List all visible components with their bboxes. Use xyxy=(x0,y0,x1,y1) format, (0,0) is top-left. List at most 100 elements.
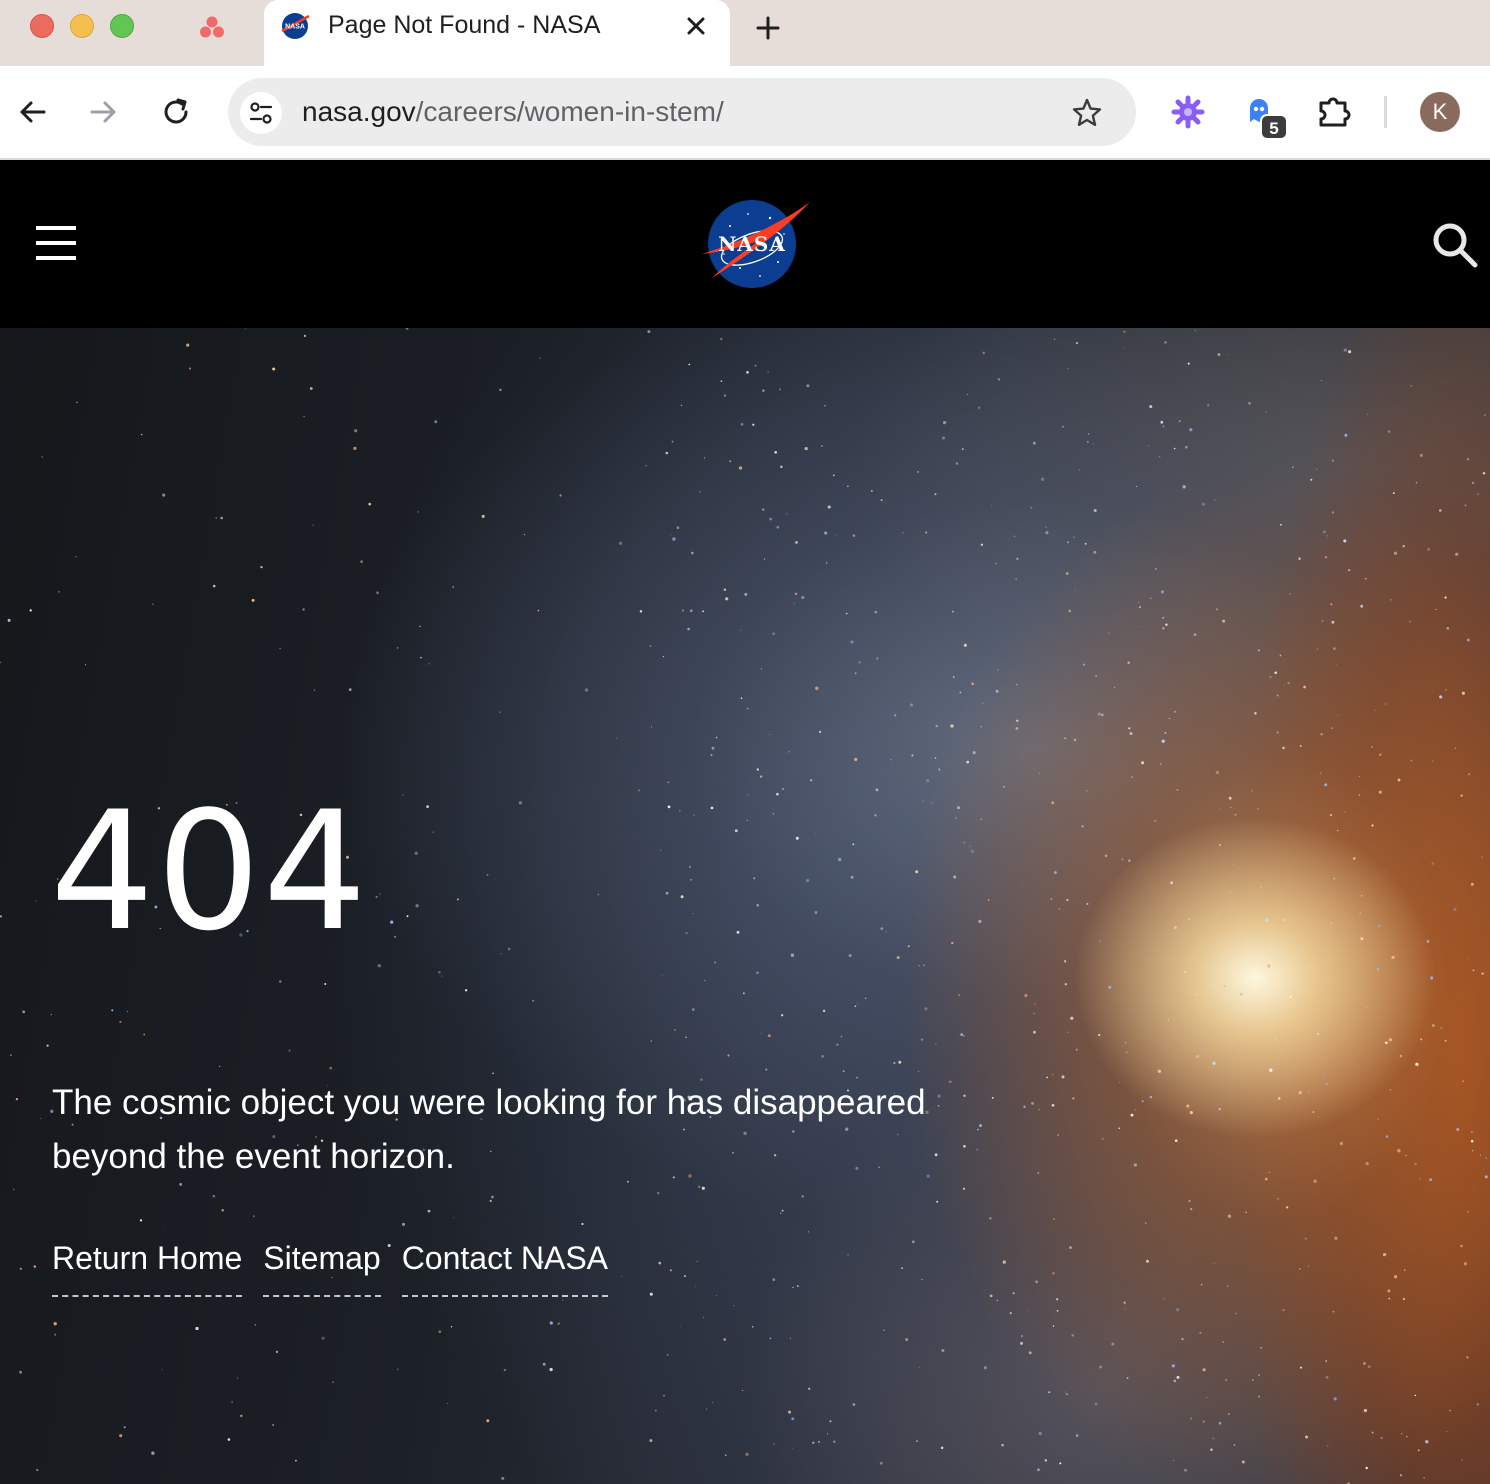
star xyxy=(1466,638,1470,642)
bookmark-star-icon[interactable] xyxy=(1070,96,1104,130)
address-bar[interactable]: nasa.gov/careers/women-in-stem/ xyxy=(228,78,1136,146)
star xyxy=(1067,1031,1069,1033)
star xyxy=(967,393,969,396)
search-icon[interactable] xyxy=(1430,220,1480,270)
site-info-button[interactable] xyxy=(240,92,282,134)
star xyxy=(923,964,925,967)
star xyxy=(915,870,919,874)
star xyxy=(368,502,372,506)
star xyxy=(1406,1435,1408,1438)
sitemap-link[interactable]: Sitemap xyxy=(263,1240,381,1297)
star xyxy=(832,474,835,477)
nasa-meatball-logo[interactable]: NASA xyxy=(700,198,812,290)
star xyxy=(838,857,842,862)
star xyxy=(1171,1364,1175,1368)
star xyxy=(982,351,985,355)
star xyxy=(486,873,489,876)
star xyxy=(1467,957,1469,959)
star xyxy=(1141,1100,1144,1103)
close-window-button[interactable] xyxy=(30,14,54,38)
url-host: nasa.gov xyxy=(302,96,416,127)
star xyxy=(745,1452,749,1456)
star xyxy=(1213,1263,1215,1264)
star xyxy=(1108,632,1110,634)
star xyxy=(695,1285,697,1287)
star xyxy=(419,625,421,627)
star xyxy=(1073,536,1075,539)
maximize-window-button[interactable] xyxy=(110,14,134,38)
star xyxy=(139,1219,143,1222)
active-tab[interactable]: NASA Page Not Found - NASA xyxy=(264,0,730,66)
star xyxy=(703,457,706,459)
hamburger-icon[interactable] xyxy=(36,226,76,260)
star xyxy=(1031,1101,1034,1105)
star xyxy=(1176,1375,1180,1379)
star xyxy=(806,878,810,883)
star xyxy=(970,849,975,854)
star xyxy=(710,806,714,810)
star xyxy=(926,779,930,782)
star xyxy=(1387,1289,1391,1293)
star xyxy=(1228,354,1230,356)
close-tab-icon[interactable] xyxy=(682,12,710,40)
star xyxy=(1305,1435,1309,1439)
star xyxy=(1324,783,1328,787)
star xyxy=(1023,1105,1026,1108)
star xyxy=(1360,894,1363,897)
star xyxy=(1251,1379,1254,1381)
star xyxy=(1183,1012,1185,1014)
contact-nasa-link[interactable]: Contact NASA xyxy=(401,1240,608,1297)
star xyxy=(532,999,535,1002)
profile-avatar[interactable]: K xyxy=(1420,92,1460,132)
star xyxy=(1219,844,1221,846)
star xyxy=(1309,929,1311,931)
star xyxy=(665,891,669,895)
star xyxy=(1163,1298,1165,1300)
star xyxy=(1069,1246,1072,1249)
star xyxy=(1184,1468,1188,1472)
extensions-button[interactable] xyxy=(1314,92,1354,132)
star xyxy=(215,516,218,519)
star xyxy=(1283,684,1285,686)
star xyxy=(876,657,879,660)
url-text[interactable]: nasa.gov/careers/women-in-stem/ xyxy=(302,96,724,128)
star xyxy=(858,661,861,664)
star xyxy=(1400,1433,1403,1435)
star xyxy=(321,1336,325,1340)
star xyxy=(1188,1200,1191,1203)
star xyxy=(852,843,855,846)
star xyxy=(667,781,669,783)
forward-button[interactable] xyxy=(86,94,122,130)
star xyxy=(962,1187,966,1190)
star xyxy=(1145,1259,1150,1263)
star xyxy=(313,689,316,691)
star xyxy=(1075,341,1079,345)
gear-extension-icon xyxy=(1171,95,1205,129)
return-home-link[interactable]: Return Home xyxy=(52,1240,243,1297)
star xyxy=(1439,695,1443,699)
star xyxy=(847,485,849,487)
reload-icon xyxy=(164,98,188,124)
star xyxy=(822,1009,826,1013)
pinned-tab-asana[interactable] xyxy=(196,12,228,44)
star xyxy=(1079,469,1081,471)
star xyxy=(815,833,817,835)
star xyxy=(1344,811,1346,813)
star xyxy=(850,640,854,644)
star xyxy=(1405,1154,1407,1157)
reload-button[interactable] xyxy=(158,94,194,130)
star xyxy=(996,1299,999,1302)
new-tab-icon[interactable] xyxy=(752,12,784,44)
star xyxy=(1455,552,1459,556)
star xyxy=(752,423,755,426)
star xyxy=(126,1011,128,1013)
star xyxy=(1419,453,1423,457)
star xyxy=(850,875,854,879)
star xyxy=(791,1417,795,1421)
star xyxy=(221,1209,224,1212)
star xyxy=(1367,1365,1371,1369)
back-button[interactable] xyxy=(14,94,50,130)
minimize-window-button[interactable] xyxy=(70,14,94,38)
gear-extension-button[interactable] xyxy=(1168,92,1208,132)
star xyxy=(123,1426,126,1429)
